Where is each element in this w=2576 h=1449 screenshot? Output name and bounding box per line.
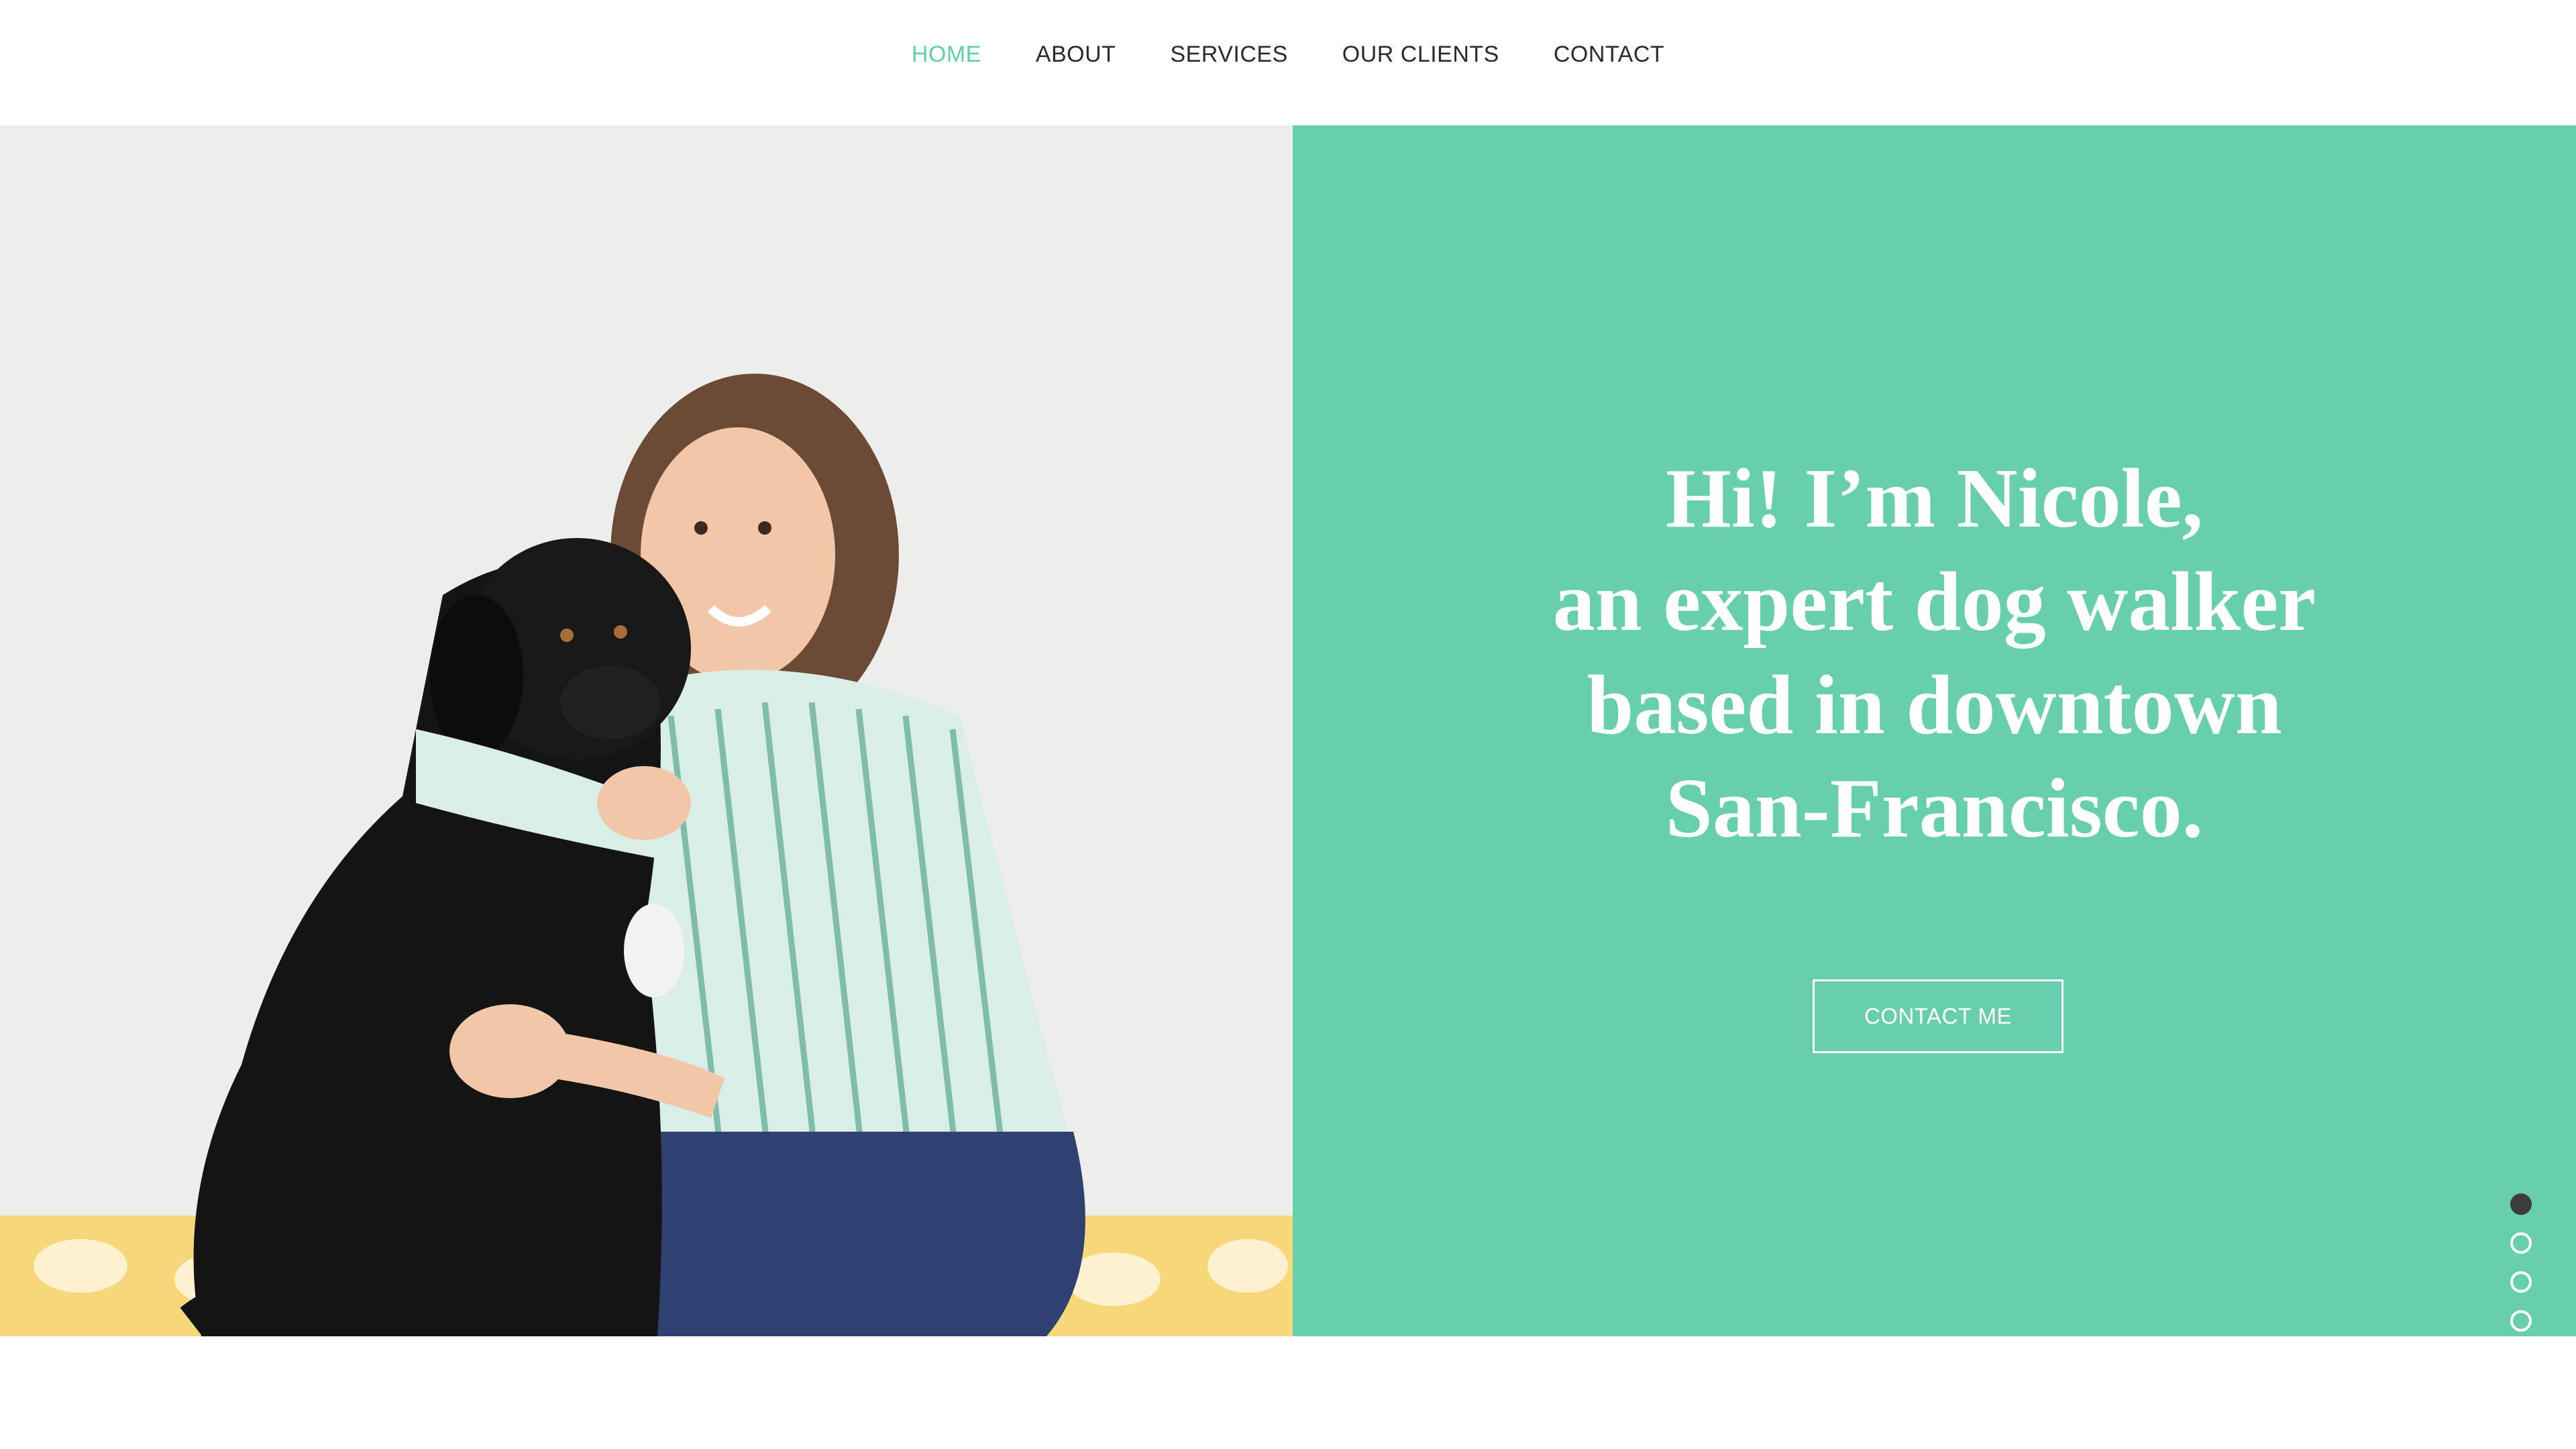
slide-dot-3[interactable] [2510, 1271, 2532, 1293]
slide-dot-2[interactable] [2510, 1232, 2532, 1254]
nav-item-contact[interactable]: CONTACT [1554, 42, 1664, 68]
page: HOME ABOUT SERVICES OUR CLIENTS CONTACT [0, 0, 2576, 1449]
nav-items: HOME ABOUT SERVICES OUR CLIENTS CONTACT [912, 42, 1664, 68]
headline-line-4: San-Francisco. [1665, 762, 2204, 855]
photo-illustration [0, 125, 1293, 1336]
hero-headline: Hi! I’m Nicole, an expert dog walker bas… [1293, 447, 2576, 861]
slide-dot-1[interactable] [2510, 1193, 2532, 1215]
headline-line-1: Hi! I’m Nicole, [1665, 452, 2204, 545]
nav-item-services[interactable]: SERVICES [1170, 42, 1287, 68]
hero-section: Hi! I’m Nicole, an expert dog walker bas… [0, 125, 2576, 1371]
main-nav: HOME ABOUT SERVICES OUR CLIENTS CONTACT [0, 0, 2576, 125]
slide-dot-4[interactable] [2510, 1310, 2532, 1332]
headline-line-2: an expert dog walker [1552, 555, 2316, 649]
woman-with-dog-photo [0, 125, 1293, 1336]
nav-item-our-clients[interactable]: OUR CLIENTS [1342, 42, 1499, 68]
site-header: HOME ABOUT SERVICES OUR CLIENTS CONTACT [0, 0, 2576, 125]
nav-item-home[interactable]: HOME [912, 42, 981, 68]
contact-me-button[interactable]: CONTACT ME [1813, 979, 2063, 1053]
below-hero-area [0, 1336, 2576, 1449]
nav-item-about[interactable]: ABOUT [1036, 42, 1116, 68]
headline-line-3: based in downtown [1587, 659, 2282, 752]
intro-panel: Hi! I’m Nicole, an expert dog walker bas… [1293, 125, 2576, 1336]
